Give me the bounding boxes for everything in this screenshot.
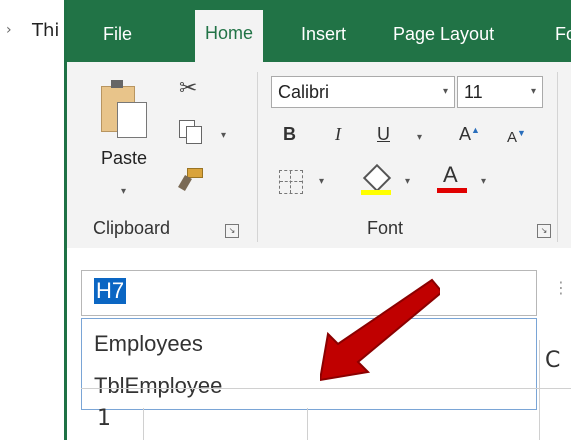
font-group-label: Font [367,218,404,238]
ribbon-tab-bar: File Home Insert Page Layout Fo [67,0,571,62]
font-color-dropdown-icon[interactable]: ▾ [481,176,486,187]
copy-icon[interactable] [179,120,207,146]
font-name-value: Calibri [278,82,330,102]
font-size-select[interactable]: 11 ▾ [457,76,543,108]
grid-line [307,408,308,440]
formula-bar-area: H7 ⋮ Employees TblEmployee C 1 [67,248,571,440]
clipboard-launcher-icon[interactable]: ↘ [225,224,239,238]
grid-line [81,388,571,389]
red-arrow-annotation [320,278,440,382]
group-separator [257,72,258,242]
cut-icon[interactable]: ✂ [179,76,203,104]
borders-dropdown-icon[interactable]: ▾ [319,176,324,187]
grid-line [539,340,540,440]
increase-font-size-button[interactable]: A▲ [459,124,480,145]
fill-color-dropdown-icon[interactable]: ▾ [405,176,410,187]
format-painter-icon[interactable] [177,164,205,194]
clipboard-icon [101,78,149,138]
name-box[interactable]: H7 [81,270,537,316]
dropdown-item-employees[interactable]: Employees [94,331,203,357]
font-color-label: A [443,162,458,187]
font-launcher-icon[interactable]: ↘ [537,224,551,238]
tab-page-layout[interactable]: Page Layout [383,14,504,54]
clipboard-group-label: Clipboard [93,218,171,238]
chevron-right-icon: › [6,22,12,38]
font-size-value: 11 [464,82,483,102]
tab-file[interactable]: File [93,14,142,54]
italic-button[interactable]: I [335,124,341,145]
paste-dropdown-icon[interactable]: ▾ [121,186,126,197]
borders-icon[interactable] [279,170,303,194]
tab-home[interactable]: Home [195,10,264,62]
shrink-font-label: A [507,129,518,146]
copy-dropdown-icon[interactable]: ▾ [221,130,226,141]
bold-button[interactable]: B [283,124,296,145]
name-box-value: H7 [94,278,127,304]
group-separator [557,72,558,242]
grid-line [143,408,144,440]
column-header-c[interactable]: C [545,348,560,373]
tab-formulas[interactable]: Fo [545,14,571,54]
background-window: › Thi [0,0,64,440]
chevron-down-icon: ▾ [530,86,536,97]
underline-button[interactable]: U [377,124,390,145]
chevron-down-icon: ▾ [442,86,448,97]
name-box-dropdown: Employees TblEmployee [81,318,537,410]
paste-label: Paste [101,148,148,168]
vertical-ellipsis-icon[interactable]: ⋮ [553,278,569,297]
grow-font-label: A [459,124,472,144]
background-text: Thi [32,20,60,41]
excel-window: File Home Insert Page Layout Fo Paste ▾ … [64,0,571,440]
row-header-1[interactable]: 1 [97,406,111,431]
ribbon: Paste ▾ ✂ ▾ Clipboard ↘ Calibri ▾ 11 ▾ B… [67,62,571,249]
underline-dropdown-icon[interactable]: ▾ [417,132,422,143]
font-name-select[interactable]: Calibri ▾ [271,76,455,108]
tab-insert[interactable]: Insert [291,14,356,54]
dropdown-item-tblemployee[interactable]: TblEmployee [94,373,222,399]
fill-color-icon[interactable] [361,163,392,196]
font-color-icon[interactable]: A [437,162,467,194]
decrease-font-size-button[interactable]: A▼ [507,128,526,146]
